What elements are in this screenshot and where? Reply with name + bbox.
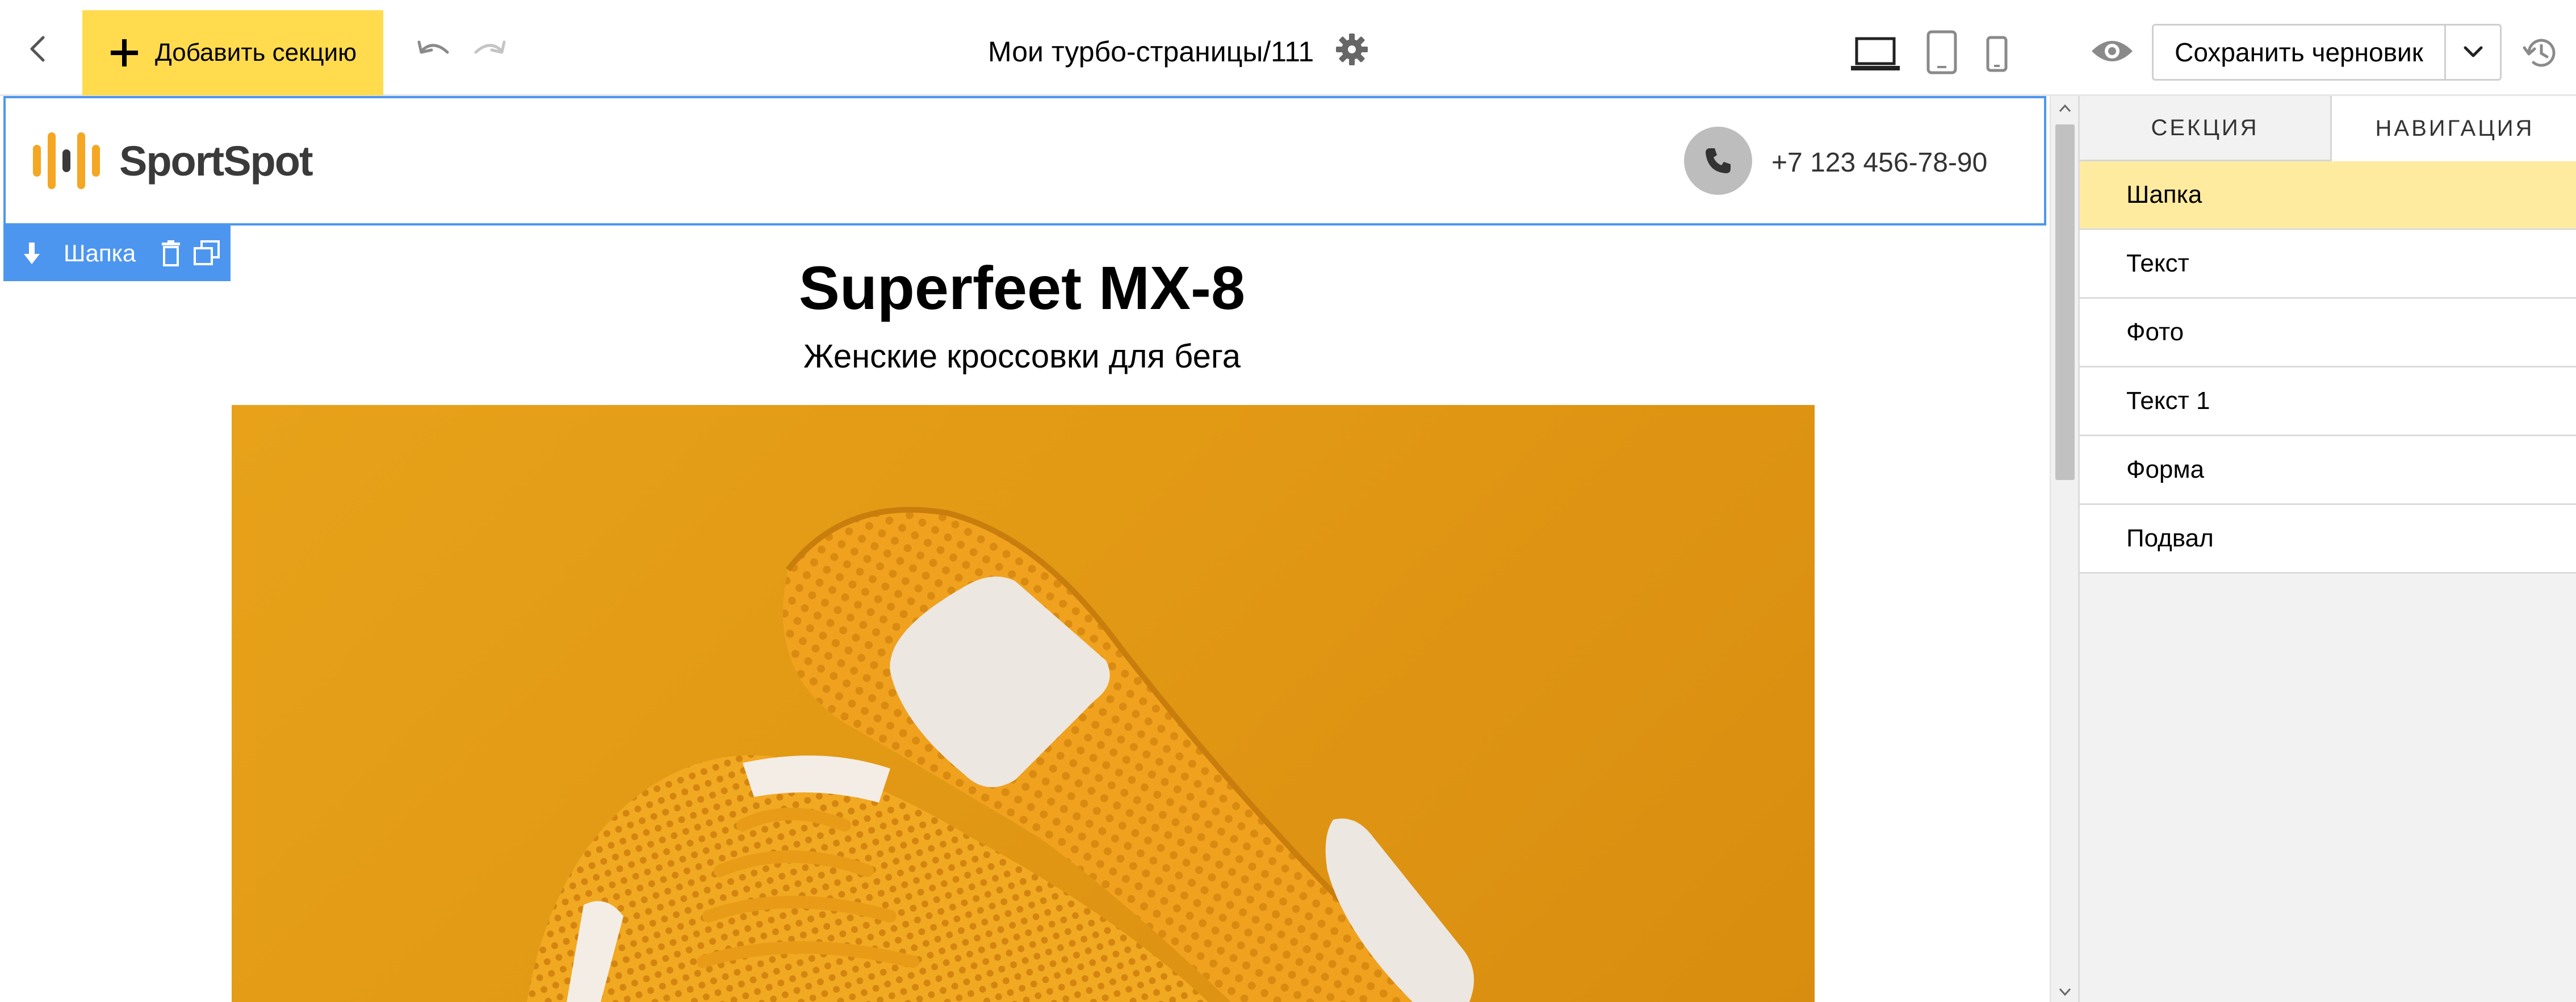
add-section-button[interactable]: Добавить секцию [82,10,383,95]
logo-mark [33,132,107,189]
logo-text: SportSpot [119,137,313,185]
phone-device-icon[interactable] [1984,35,2009,73]
nav-item-form[interactable]: Форма [2080,436,2576,505]
header-section[interactable]: SportSpot +7 123 456-78-90 [3,96,2046,226]
redo-icon[interactable] [469,37,509,66]
scroll-down-icon[interactable] [2058,986,2072,997]
tab-section[interactable]: СЕКЦИЯ [2080,96,2332,161]
back-icon[interactable] [23,32,57,66]
history-icon[interactable] [2521,33,2561,73]
save-options-dropdown[interactable] [2446,24,2502,81]
side-panel: СЕКЦИЯ НАВИГАЦИЯ Шапка Текст Фото Текст … [2078,96,2576,1002]
scroll-up-icon[interactable] [2058,103,2072,114]
phone-icon[interactable] [1684,127,1752,195]
scrollbar-thumb[interactable] [2055,124,2075,480]
navigation-list: Шапка Текст Фото Текст 1 Форма Подвал [2080,161,2576,574]
tab-navigation[interactable]: НАВИГАЦИЯ [2332,96,2576,161]
panel-tabs: СЕКЦИЯ НАВИГАЦИЯ [2080,96,2576,161]
logo: SportSpot [33,132,313,189]
phone-number[interactable]: +7 123 456-78-90 [1771,147,1987,178]
plus-icon [111,39,138,66]
nav-item-photo[interactable]: Фото [2080,299,2576,368]
gear-icon[interactable] [1334,32,1369,67]
undo-icon[interactable] [414,37,454,66]
product-subtitle: Женские кроссовки для бега [803,338,1241,375]
chevron-down-icon [2464,46,2482,57]
laptop-icon[interactable] [1850,34,1901,74]
editor-toolbar: Добавить секцию Мои турбо-страницы/111 С… [0,0,2576,96]
nav-item-header[interactable]: Шапка [2080,161,2576,230]
product-photo [232,405,1815,1002]
tablet-icon[interactable] [1925,30,1959,75]
nav-item-text[interactable]: Текст [2080,230,2576,299]
page-canvas: SportSpot +7 123 456-78-90 Шапка Superfe… [0,96,2050,1002]
canvas-scrollbar[interactable] [2050,96,2078,1002]
page-title: Мои турбо-страницы/111 [988,36,1314,68]
product-title: Superfeet MX-8 [798,253,1246,322]
sneaker-image [527,507,1474,1002]
nav-item-footer[interactable]: Подвал [2080,505,2576,574]
eye-icon[interactable] [2089,35,2135,67]
save-draft-button[interactable]: Сохранить черновик [2152,24,2446,81]
nav-item-text-1[interactable]: Текст 1 [2080,368,2576,436]
add-section-label: Добавить секцию [155,39,357,66]
